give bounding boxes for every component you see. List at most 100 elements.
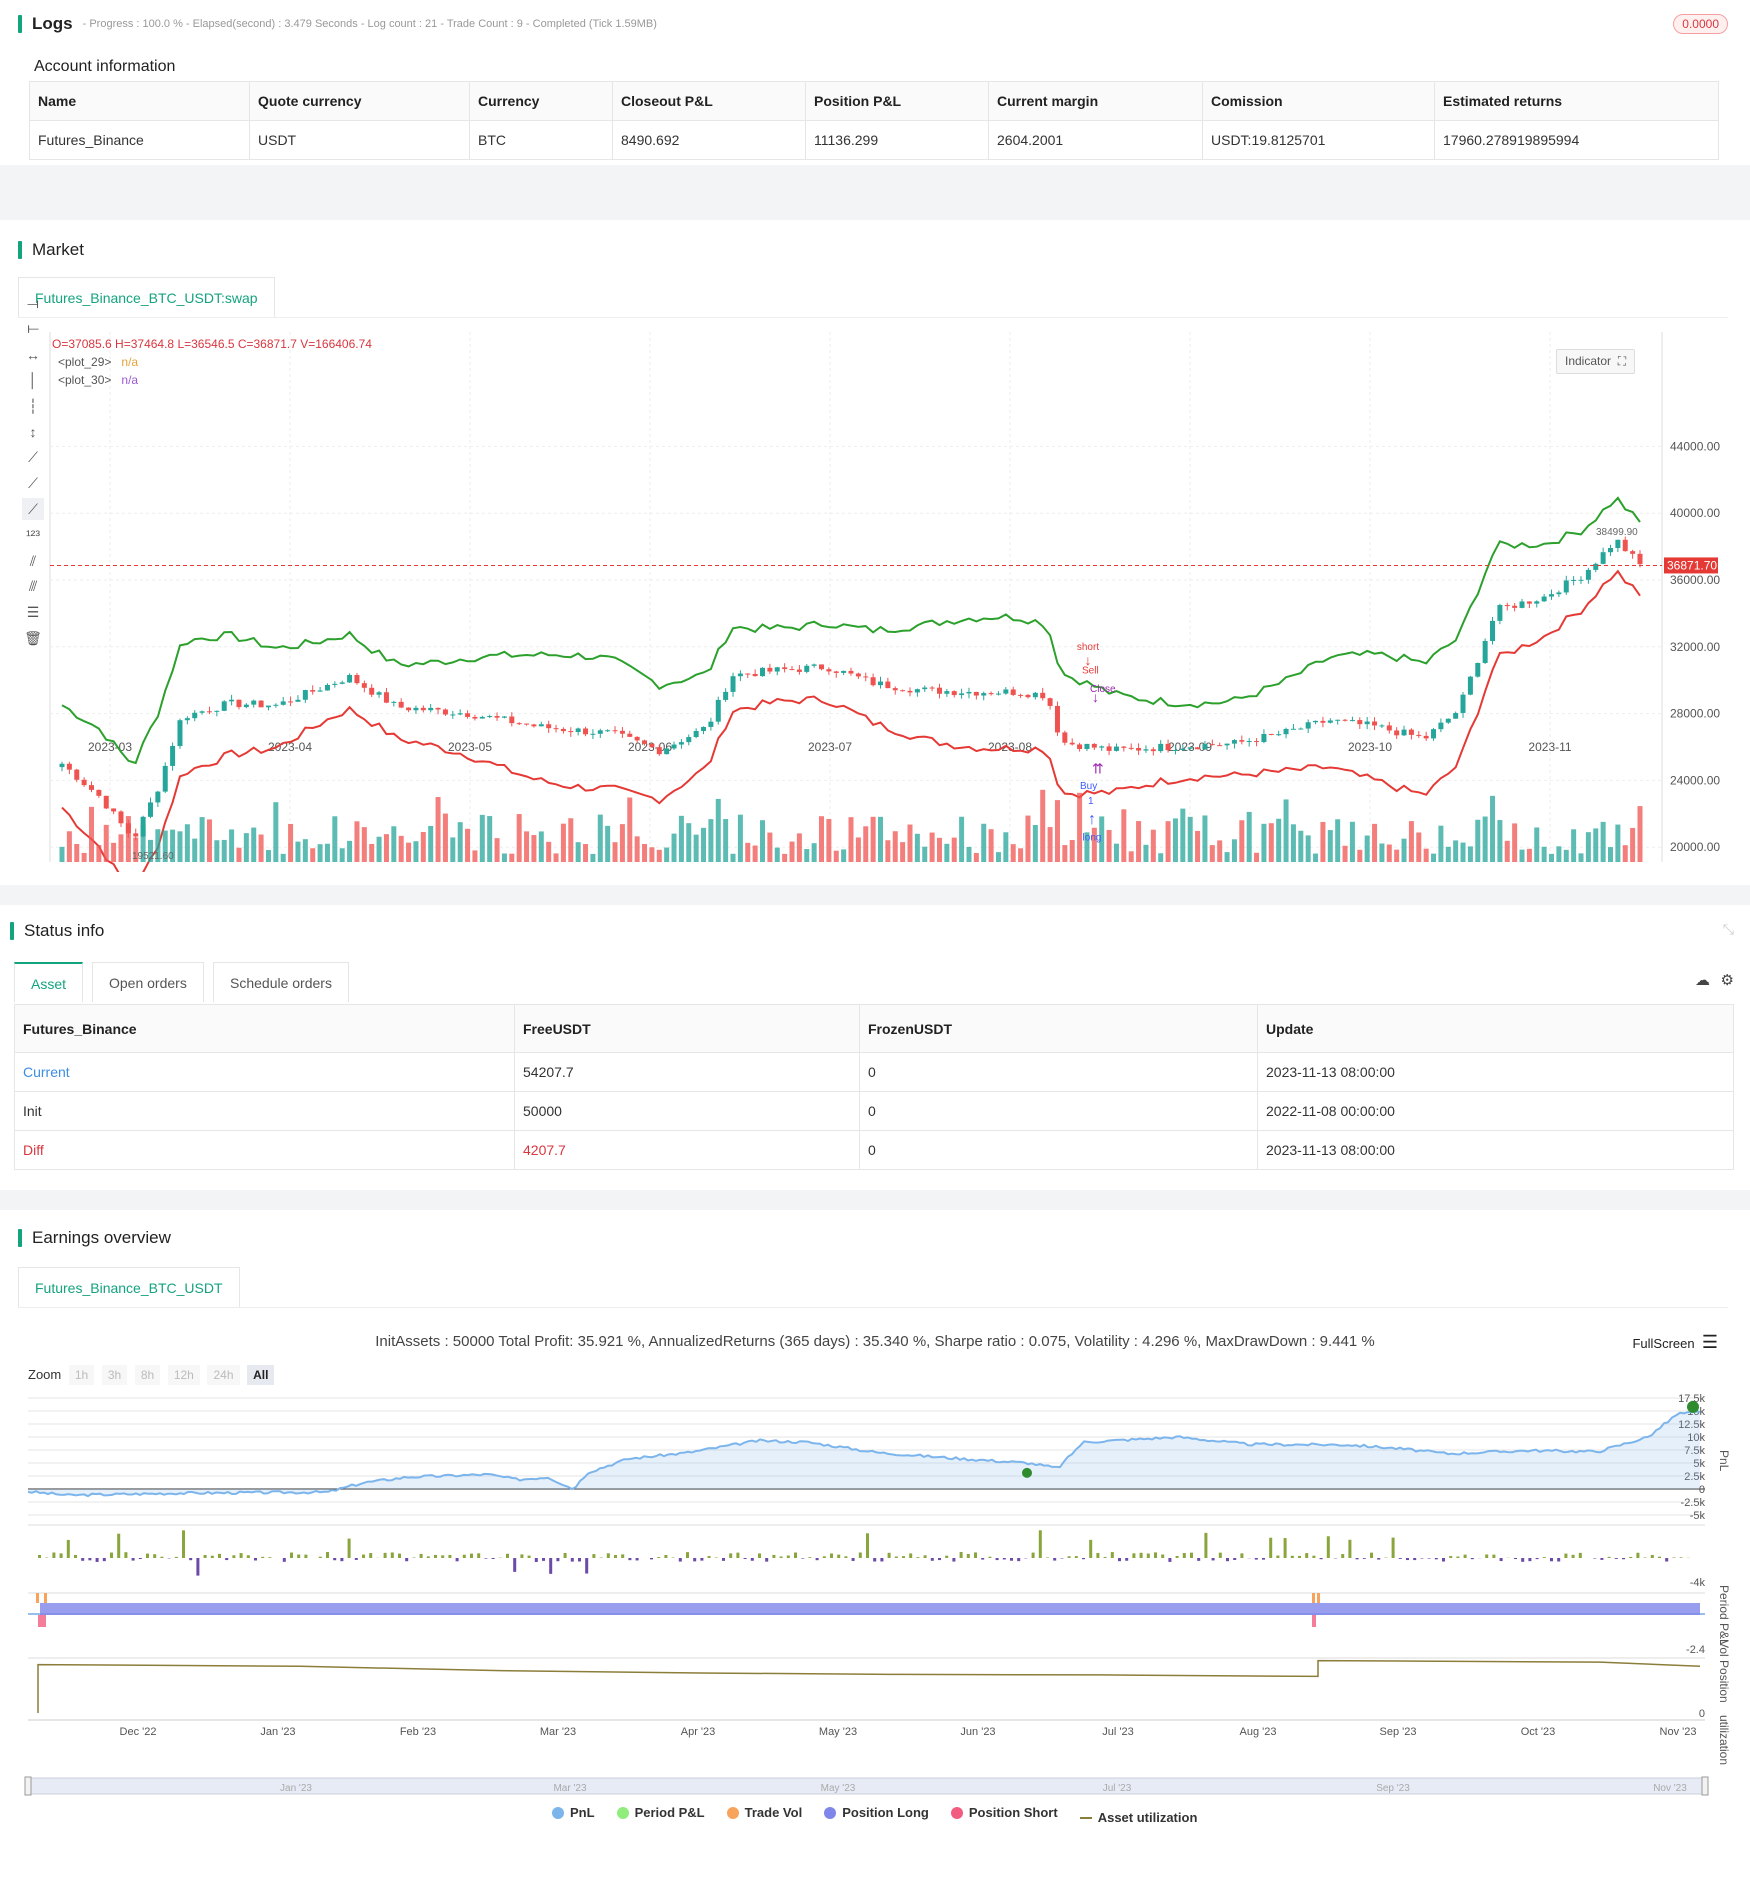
zoom-8h[interactable]: 8h xyxy=(134,1365,161,1385)
candle-body xyxy=(103,795,109,809)
volume-bar xyxy=(1349,821,1355,862)
horizontal-line-icon[interactable]: ⟞ xyxy=(22,292,44,314)
legend-position-long[interactable]: Position Long xyxy=(824,1805,929,1820)
candle-body xyxy=(1158,743,1164,752)
period-bar xyxy=(585,1558,589,1574)
sell-label: Sell xyxy=(1082,666,1099,677)
volume-bar xyxy=(376,836,382,862)
volume-bar xyxy=(1630,827,1636,862)
tab-schedule-orders[interactable]: Schedule orders xyxy=(213,962,349,1002)
cloud-download-icon[interactable]: ☁ xyxy=(1695,971,1710,989)
period-bar xyxy=(1470,1558,1474,1560)
candle-body xyxy=(583,728,589,735)
period-bar xyxy=(1326,1536,1330,1558)
tab-market-symbol[interactable]: Futures_Binance_BTC_USDT:swap xyxy=(18,277,275,317)
candle-body xyxy=(981,693,987,696)
volume-bar xyxy=(88,806,94,862)
volume-bar xyxy=(583,844,589,862)
legend-trade-vol[interactable]: Trade Vol xyxy=(726,1805,802,1820)
table-row: Diff 4207.7 0 2023-11-13 08:00:00 xyxy=(14,1130,1734,1170)
volume-bar xyxy=(1290,824,1296,862)
period-bar xyxy=(1110,1552,1114,1558)
x-tick-label: Jan '23 xyxy=(260,1726,295,1738)
expand-icon[interactable]: ⛶ xyxy=(1618,354,1626,368)
period-bar xyxy=(938,1558,941,1561)
period-bar xyxy=(268,1557,272,1558)
volume-bar xyxy=(1357,849,1363,862)
period-bar xyxy=(858,1552,862,1558)
candle-body xyxy=(1379,725,1385,727)
tab-open-orders[interactable]: Open orders xyxy=(92,962,204,1002)
earnings-chart[interactable]: 17.5k15k12.5k10k7.5k5k2.5k0-2.5k-5kPnLPe… xyxy=(0,1390,1750,1860)
legend-pnl[interactable]: PnL xyxy=(552,1805,595,1820)
volume-bar xyxy=(730,853,736,862)
period-bar xyxy=(1600,1558,1604,1560)
volume-bar xyxy=(774,847,780,862)
candle-body xyxy=(221,701,227,711)
period-bar xyxy=(527,1555,531,1558)
candle-body xyxy=(1585,569,1591,580)
volume-bar xyxy=(627,797,633,862)
volume-bar xyxy=(465,828,471,862)
period-bar xyxy=(880,1558,884,1562)
zoom-all[interactable]: All xyxy=(247,1365,275,1385)
period-bar xyxy=(1074,1556,1078,1558)
candle-body xyxy=(1018,694,1024,696)
legend-position-short[interactable]: Position Short xyxy=(950,1805,1058,1820)
volume-bar xyxy=(1047,827,1053,862)
volume-bar xyxy=(1637,806,1643,862)
zoom-12h[interactable]: 12h xyxy=(167,1365,200,1385)
period-bar xyxy=(182,1530,185,1558)
menu-icon[interactable]: ☰ xyxy=(1702,1332,1718,1352)
candle-body xyxy=(560,728,566,732)
period-bar xyxy=(1391,1537,1395,1558)
candle-body xyxy=(428,707,434,711)
volume-bar xyxy=(760,820,766,862)
period-bar xyxy=(1197,1558,1201,1561)
period-tick-label: -4k xyxy=(1690,1577,1706,1589)
tab-asset[interactable]: Asset xyxy=(14,962,84,1002)
candle-body xyxy=(1217,745,1223,747)
period-bar xyxy=(822,1556,826,1558)
candle-body xyxy=(1106,746,1112,751)
candle-body xyxy=(804,665,810,672)
candle-body xyxy=(317,690,323,692)
candle-body xyxy=(450,714,456,716)
candlestick-chart[interactable]: 44000.00 40000.00 36000.00 32000.00 28000.00… xyxy=(0,332,1750,872)
tab-earnings-symbol[interactable]: Futures_Binance_BTC_USDT xyxy=(18,1267,240,1307)
period-bar xyxy=(556,1558,560,1562)
period-bar xyxy=(794,1552,797,1558)
zoom-24h[interactable]: 24h xyxy=(207,1365,240,1385)
volume-bar xyxy=(125,816,131,862)
candle-body xyxy=(796,669,802,672)
logs-summary: - Progress : 100.0 % - Elapsed(second) :… xyxy=(82,18,657,30)
fullscreen-button[interactable]: FullScreen ☰ xyxy=(1632,1332,1718,1353)
collapse-icon[interactable]: ⤡ xyxy=(1723,921,1734,938)
candle-body xyxy=(66,763,72,770)
col-header: Quote currency xyxy=(249,81,470,121)
period-bar xyxy=(1276,1555,1280,1558)
volume-bar xyxy=(1077,792,1083,862)
candle-body xyxy=(354,675,360,684)
period-bar xyxy=(1514,1558,1517,1560)
period-bar xyxy=(124,1552,128,1558)
candle-body xyxy=(701,726,707,731)
account-info-heading: Account information xyxy=(34,58,176,75)
legend-asset-utilization[interactable]: Asset utilization xyxy=(1079,1810,1197,1825)
legend-period-pnl[interactable]: Period P&L xyxy=(616,1805,705,1820)
candle-body xyxy=(642,740,648,744)
period-bar xyxy=(923,1555,927,1558)
period-bar xyxy=(1067,1556,1071,1558)
indicator-button[interactable]: Indicator ⛶ xyxy=(1556,349,1636,374)
gear-icon[interactable]: ⚙ xyxy=(1721,971,1734,989)
candle-body xyxy=(155,791,161,803)
candle-body xyxy=(1040,692,1046,699)
candle-body xyxy=(995,693,1001,695)
zoom-1h[interactable]: 1h xyxy=(68,1365,95,1385)
candle-body xyxy=(465,713,471,717)
period-bar xyxy=(1679,1557,1683,1558)
x-tick-label: Oct '23 xyxy=(1521,1726,1556,1738)
period-bar xyxy=(563,1552,567,1558)
volume-bar xyxy=(900,842,906,862)
zoom-3h[interactable]: 3h xyxy=(101,1365,128,1385)
